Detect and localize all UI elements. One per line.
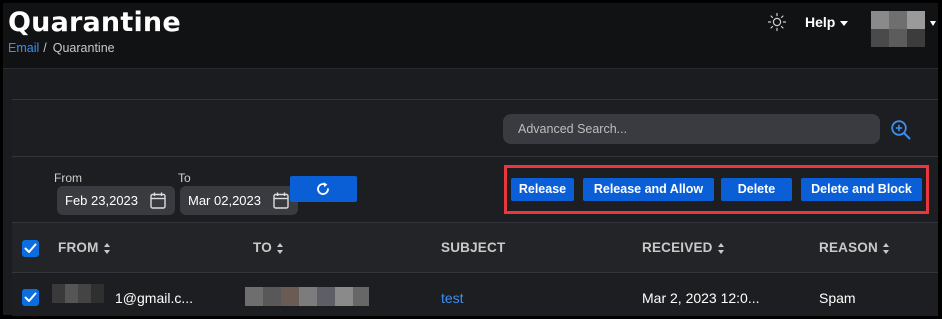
column-reason-label: REASON: [819, 240, 878, 255]
breadcrumb-separator: /: [43, 41, 47, 55]
column-received[interactable]: RECEIVED: [642, 240, 725, 255]
sort-icon: [717, 242, 725, 254]
bulk-actions-highlight: Release Release and Allow Delete Delete …: [504, 165, 929, 214]
column-from[interactable]: FROM: [58, 240, 111, 255]
sort-icon: [882, 242, 890, 254]
refresh-button[interactable]: [290, 176, 357, 202]
sort-icon: [103, 242, 111, 254]
app-window: Quarantine Email / Quarantine Help Advan…: [3, 3, 938, 316]
breadcrumb-current: Quarantine: [52, 41, 115, 55]
to-label: To: [178, 171, 191, 185]
to-date-value: Mar 02,2023: [188, 193, 261, 208]
checkmark-icon: [24, 243, 37, 253]
column-to-label: TO: [253, 240, 272, 255]
help-label: Help: [805, 14, 836, 30]
select-all-checkbox[interactable]: [22, 240, 39, 257]
column-received-label: RECEIVED: [642, 240, 713, 255]
row-from: 1@gmail.c...: [115, 290, 194, 306]
table-header: FROM TO SUBJECT RECEIVED REASON: [12, 223, 938, 273]
calendar-icon: [273, 192, 289, 209]
column-from-label: FROM: [58, 240, 99, 255]
delete-button[interactable]: Delete: [721, 178, 792, 201]
filter-toolbar: From Feb 23,2023 To Mar 02,2023 Release …: [12, 157, 938, 223]
table-row[interactable]: 1@gmail.c... test Mar 2, 2023 12:0... Sp…: [12, 273, 938, 316]
sort-icon: [276, 242, 284, 254]
page-title: Quarantine: [8, 7, 181, 38]
user-avatar[interactable]: [871, 11, 927, 47]
column-to[interactable]: TO: [253, 240, 284, 255]
from-date-value: Feb 23,2023: [65, 193, 139, 208]
to-date-picker[interactable]: Mar 02,2023: [180, 186, 298, 215]
checkmark-icon: [24, 292, 37, 302]
from-date-picker[interactable]: Feb 23,2023: [57, 186, 175, 215]
row-subject-link[interactable]: test: [441, 290, 464, 306]
release-button[interactable]: Release: [511, 178, 574, 201]
row-reason: Spam: [819, 290, 856, 306]
delete-and-block-button[interactable]: Delete and Block: [801, 178, 922, 201]
search-bar: [12, 100, 938, 157]
quarantine-panel: From Feb 23,2023 To Mar 02,2023: [12, 99, 938, 316]
column-subject: SUBJECT: [441, 240, 505, 255]
column-reason[interactable]: REASON: [819, 240, 890, 255]
from-label: From: [54, 171, 82, 185]
row-received: Mar 2, 2023 12:0...: [642, 290, 760, 306]
refresh-icon: [317, 182, 329, 195]
breadcrumb: Email / Quarantine: [8, 41, 115, 55]
chevron-down-icon[interactable]: [930, 21, 936, 26]
sun-icon[interactable]: [767, 12, 787, 32]
breadcrumb-email-link[interactable]: Email: [8, 41, 39, 55]
chevron-down-icon: [840, 20, 849, 26]
zoom-in-icon[interactable]: [890, 119, 912, 141]
row-checkbox[interactable]: [22, 289, 39, 306]
calendar-icon: [150, 192, 166, 209]
advanced-search-input[interactable]: [503, 114, 880, 144]
release-and-allow-button[interactable]: Release and Allow: [583, 178, 714, 201]
top-bar: Quarantine Email / Quarantine Help: [3, 3, 938, 69]
help-menu[interactable]: Help: [805, 14, 849, 30]
column-subject-label: SUBJECT: [441, 240, 506, 255]
